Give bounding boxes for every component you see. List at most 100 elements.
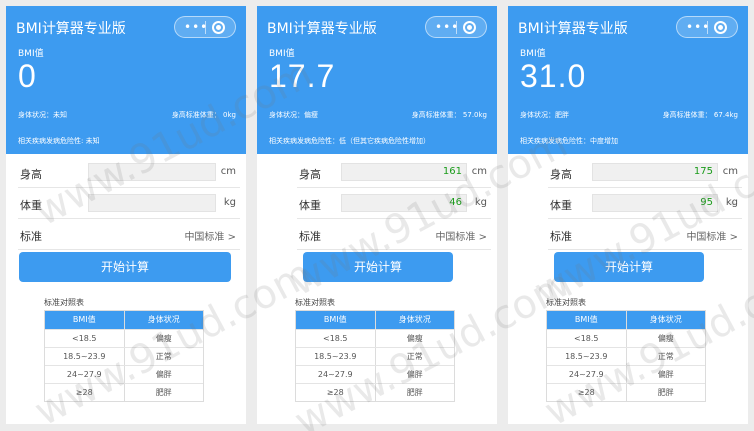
table-cell: 偏瘦 xyxy=(657,334,674,343)
standard-weight: 身高标准体重： 67.4kg xyxy=(662,111,738,119)
height-row: 身高 cm xyxy=(18,158,240,188)
disease-risk: 相关疾病发病危险性：中度增加 xyxy=(520,137,618,145)
height-unit: cm xyxy=(471,166,487,177)
table-cell: 24~27.9 xyxy=(547,366,627,383)
table-cell: ≥28 xyxy=(296,384,376,401)
table-cell: 18.5~23.9 xyxy=(45,348,125,365)
start-calc-button[interactable]: 开始计算 xyxy=(19,252,231,282)
table-cell: 偏胖 xyxy=(406,370,423,379)
weight-label: 体重 xyxy=(299,199,321,212)
table-cell: 正常 xyxy=(155,352,172,361)
standard-selector[interactable]: 中国标准 > xyxy=(435,228,487,243)
close-target-icon[interactable] xyxy=(212,21,225,34)
miniprogram-capsule: ••• xyxy=(425,16,487,38)
table-cell: <18.5 xyxy=(547,330,627,347)
table-header-status: 身体状况 xyxy=(147,315,180,324)
weight-unit: kg xyxy=(474,197,487,208)
app-title: BMI计算器专业版 xyxy=(518,21,628,37)
standard-weight: 身高标准体重： 57.0kg xyxy=(411,111,487,119)
table-header-bmi: BMI值 xyxy=(547,311,627,329)
bmi-value: 17.7 xyxy=(269,58,336,94)
status-row: 身体状况：未知 身高标准体重： 0kg xyxy=(18,110,236,120)
close-target-icon[interactable] xyxy=(463,21,476,34)
weight-input[interactable]: 95 xyxy=(592,194,718,212)
phone-screen-3: BMI计算器专业版 ••• BMI值 31.0 身体状况：肥胖 身高标准体重： … xyxy=(508,6,748,424)
table-cell: 正常 xyxy=(406,352,423,361)
table-cell: ≥28 xyxy=(547,384,627,401)
status-row: 身体状况：偏瘦 身高标准体重： 57.0kg xyxy=(269,110,487,120)
table-header-status: 身体状况 xyxy=(649,315,682,324)
table-cell: ≥28 xyxy=(45,384,125,401)
status-row: 身体状况：肥胖 身高标准体重： 67.4kg xyxy=(520,110,738,120)
table-cell: 24~27.9 xyxy=(45,366,125,383)
weight-label: 体重 xyxy=(550,199,572,212)
table-row: 24~27.9 偏胖 xyxy=(547,365,705,383)
table-cell: 24~27.9 xyxy=(296,366,376,383)
bmi-reference-table: BMI值 身体状况 <18.5 偏瘦 18.5~23.9 正常 24~27.9 偏胖 … xyxy=(295,310,455,402)
weight-row: 体重 46 kg xyxy=(297,189,491,219)
table-header: BMI值 身体状况 xyxy=(296,311,454,329)
height-row: 身高 175 cm xyxy=(548,158,742,188)
miniprogram-capsule: ••• xyxy=(676,16,738,38)
app-title: BMI计算器专业版 xyxy=(267,21,377,37)
table-row: ≥28 肥胖 xyxy=(296,383,454,401)
weight-row: 体重 kg xyxy=(18,189,240,219)
height-unit: cm xyxy=(220,166,236,177)
height-input[interactable]: 161 xyxy=(341,163,467,181)
weight-unit: kg xyxy=(725,197,738,208)
screenshot-stage: BMI计算器专业版 ••• BMI值 0 身体状况：未知 身高标准体重： 0kg… xyxy=(0,0,754,431)
height-label: 身高 xyxy=(550,168,572,181)
weight-unit: kg xyxy=(223,197,236,208)
table-row: <18.5 偏瘦 xyxy=(547,329,705,347)
weight-row: 体重 95 kg xyxy=(548,189,742,219)
table-cell: 正常 xyxy=(657,352,674,361)
table-row: 18.5~23.9 正常 xyxy=(547,347,705,365)
height-label: 身高 xyxy=(299,168,321,181)
height-input[interactable]: 175 xyxy=(592,163,718,181)
standard-row[interactable]: 标准 中国标准 > xyxy=(297,220,491,250)
standard-row[interactable]: 标准 中国标准 > xyxy=(18,220,240,250)
result-header: BMI计算器专业版 ••• BMI值 31.0 身体状况：肥胖 身高标准体重： … xyxy=(508,6,748,154)
table-caption: 标准对照表 xyxy=(44,298,84,307)
table-caption: 标准对照表 xyxy=(546,298,586,307)
table-cell: 肥胖 xyxy=(155,388,172,397)
table-row: 24~27.9 偏胖 xyxy=(45,365,203,383)
table-row: <18.5 偏瘦 xyxy=(296,329,454,347)
disease-risk: 相关疾病发病危险性: 未知 xyxy=(18,137,100,145)
table-cell: 偏胖 xyxy=(155,370,172,379)
standard-weight: 身高标准体重： 0kg xyxy=(171,111,236,119)
capsule-divider xyxy=(707,21,708,34)
bmi-value: 31.0 xyxy=(520,58,587,94)
table-caption: 标准对照表 xyxy=(295,298,335,307)
disease-risk: 相关疾病发病危险性：低（但其它疾病危险性增加） xyxy=(269,137,430,145)
phone-screen-1: BMI计算器专业版 ••• BMI值 0 身体状况：未知 身高标准体重： 0kg… xyxy=(6,6,246,424)
standard-selector[interactable]: 中国标准 > xyxy=(686,228,738,243)
result-header: BMI计算器专业版 ••• BMI值 0 身体状况：未知 身高标准体重： 0kg… xyxy=(6,6,246,154)
table-header: BMI值 身体状况 xyxy=(547,311,705,329)
weight-label: 体重 xyxy=(20,199,42,212)
close-target-icon[interactable] xyxy=(714,21,727,34)
standard-label: 标准 xyxy=(550,230,572,243)
capsule-divider xyxy=(456,21,457,34)
table-cell: 18.5~23.9 xyxy=(547,348,627,365)
weight-input[interactable] xyxy=(88,194,216,212)
table-header: BMI值 身体状况 xyxy=(45,311,203,329)
height-row: 身高 161 cm xyxy=(297,158,491,188)
height-label: 身高 xyxy=(20,168,42,181)
table-row: ≥28 肥胖 xyxy=(547,383,705,401)
start-calc-button[interactable]: 开始计算 xyxy=(303,252,453,282)
table-cell: 肥胖 xyxy=(406,388,423,397)
standard-selector[interactable]: 中国标准 > xyxy=(184,228,236,243)
height-unit: cm xyxy=(722,166,738,177)
height-input[interactable] xyxy=(88,163,216,181)
table-header-bmi: BMI值 xyxy=(45,311,125,329)
bmi-reference-table: BMI值 身体状况 <18.5 偏瘦 18.5~23.9 正常 24~27.9 偏胖 … xyxy=(546,310,706,402)
table-cell: <18.5 xyxy=(45,330,125,347)
start-calc-button[interactable]: 开始计算 xyxy=(554,252,704,282)
table-cell: 肥胖 xyxy=(657,388,674,397)
standard-row[interactable]: 标准 中国标准 > xyxy=(548,220,742,250)
weight-input[interactable]: 46 xyxy=(341,194,467,212)
table-row: ≥28 肥胖 xyxy=(45,383,203,401)
table-cell: 18.5~23.9 xyxy=(296,348,376,365)
table-cell: <18.5 xyxy=(296,330,376,347)
